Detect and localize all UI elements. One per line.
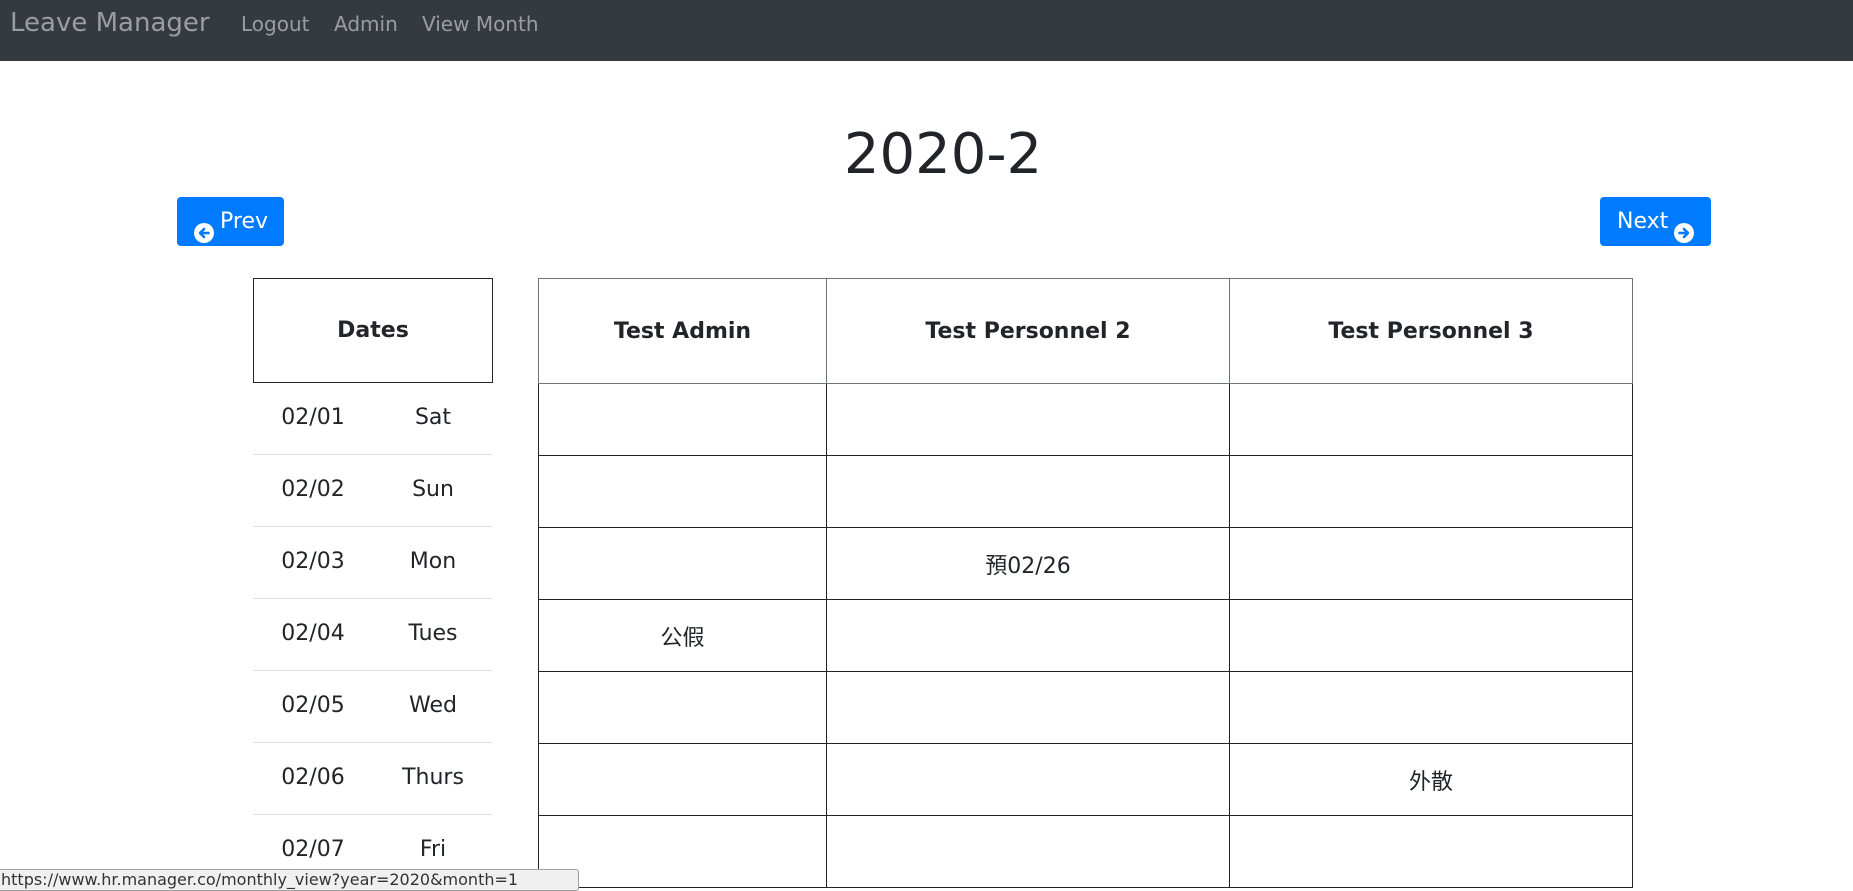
dates-table: Dates 02/01 Sat 02/02 Sun 02/03 Mon 02/0… (253, 278, 493, 887)
table-row: 公假 (538, 599, 1633, 672)
table-row: 預02/26 (538, 527, 1633, 600)
link-status-bar: https://www.hr.manager.co/monthly_view?y… (0, 869, 579, 891)
date-row: 02/04 Tues (253, 599, 493, 671)
leave-cell[interactable] (826, 671, 1230, 744)
page-title: 2020-2 (843, 122, 1043, 187)
table-row (538, 671, 1633, 744)
leave-cell[interactable] (538, 743, 827, 816)
dates-header: Dates (253, 278, 493, 383)
table-row (538, 455, 1633, 528)
table-row (538, 815, 1633, 888)
leave-cell[interactable] (826, 743, 1230, 816)
date-cell: 02/02 (281, 477, 345, 502)
leave-cell[interactable] (826, 455, 1230, 528)
weekday-cell: Fri (419, 837, 447, 862)
top-navbar: Leave Manager Logout Admin View Month (0, 0, 1853, 61)
arrow-circle-left-icon (194, 212, 214, 243)
weekday-cell: Sat (414, 405, 452, 430)
date-cell: 02/05 (281, 693, 345, 718)
leave-table-header-row: Test Admin Test Personnel 2 Test Personn… (538, 278, 1633, 384)
leave-cell[interactable]: 外散 (1229, 743, 1633, 816)
leave-cell[interactable] (826, 815, 1230, 888)
date-cell: 02/04 (281, 621, 345, 646)
column-header-test-admin: Test Admin (538, 278, 827, 384)
weekday-cell: Wed (409, 693, 457, 718)
weekday-cell: Thurs (402, 765, 464, 790)
leave-cell[interactable]: 公假 (538, 599, 827, 672)
leave-cell[interactable] (538, 383, 827, 456)
leave-cell[interactable] (1229, 815, 1633, 888)
leave-cell[interactable] (826, 599, 1230, 672)
table-row: 外散 (538, 743, 1633, 816)
arrow-circle-right-icon (1674, 212, 1695, 243)
date-cell: 02/03 (281, 549, 345, 574)
date-cell: 02/07 (281, 837, 345, 862)
leave-cell[interactable] (538, 527, 827, 600)
leave-cell[interactable] (1229, 671, 1633, 744)
date-row: 02/05 Wed (253, 671, 493, 743)
date-row: 02/06 Thurs (253, 743, 493, 815)
leave-cell[interactable] (1229, 527, 1633, 600)
leave-cell[interactable] (1229, 455, 1633, 528)
next-button-label: Next (1617, 209, 1669, 234)
prev-button[interactable]: Prev (177, 197, 284, 246)
leave-cell[interactable] (1229, 383, 1633, 456)
column-header-test-personnel-3: Test Personnel 3 (1229, 278, 1633, 384)
leave-cell[interactable] (538, 455, 827, 528)
date-cell: 02/06 (281, 765, 345, 790)
leave-table: Test Admin Test Personnel 2 Test Personn… (538, 278, 1633, 888)
leave-cell[interactable] (1229, 599, 1633, 672)
nav-link-logout[interactable]: Logout (241, 10, 309, 38)
date-row: 02/02 Sun (253, 455, 493, 527)
leave-cell[interactable]: 預02/26 (826, 527, 1230, 600)
nav-link-view-month[interactable]: View Month (422, 10, 539, 38)
date-cell: 02/01 (281, 405, 345, 430)
weekday-cell: Tues (408, 621, 458, 646)
nav-link-admin[interactable]: Admin (334, 10, 398, 38)
table-row (538, 383, 1633, 456)
weekday-cell: Sun (412, 477, 454, 502)
prev-button-label: Prev (220, 209, 268, 234)
weekday-cell: Mon (409, 549, 457, 574)
leave-cell[interactable] (826, 383, 1230, 456)
date-row: 02/03 Mon (253, 527, 493, 599)
column-header-test-personnel-2: Test Personnel 2 (826, 278, 1230, 384)
leave-cell[interactable] (538, 671, 827, 744)
next-button[interactable]: Next (1600, 197, 1711, 246)
brand-logo[interactable]: Leave Manager (10, 6, 210, 40)
date-row: 02/01 Sat (253, 383, 493, 455)
leave-cell[interactable] (538, 815, 827, 888)
